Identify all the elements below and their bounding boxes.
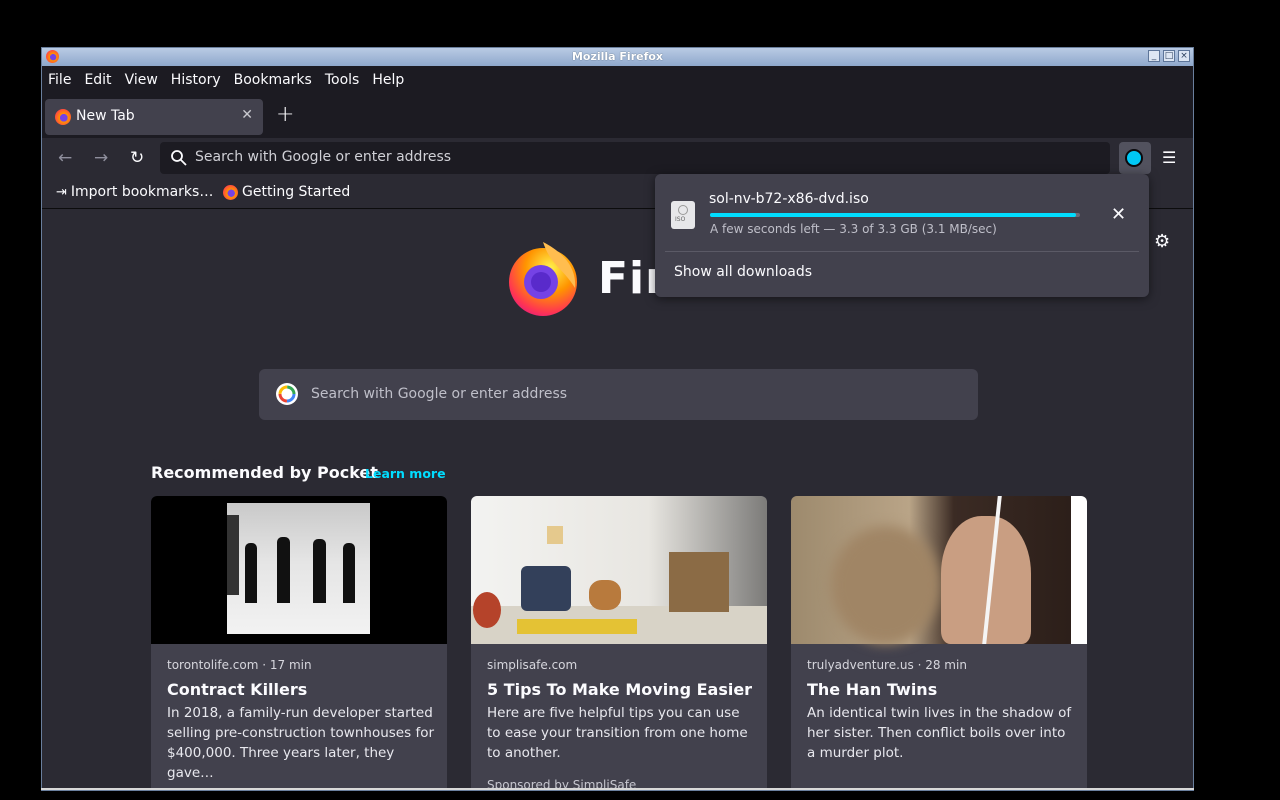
menu-view[interactable]: View <box>125 72 158 88</box>
card-thumbnail <box>791 496 1087 644</box>
tab-new-tab[interactable]: New Tab ✕ <box>45 99 263 135</box>
menu-bar: File Edit View History Bookmarks Tools H… <box>42 66 1193 94</box>
window-bottom-edge <box>41 788 1194 790</box>
window-titlebar[interactable]: Mozilla Firefox _ □ × <box>42 48 1193 66</box>
file-type-label: ISO <box>675 216 686 223</box>
card-title: Contract Killers <box>167 680 308 699</box>
new-tab-plus-icon[interactable]: + <box>276 102 294 127</box>
downloads-panel: ISO sol-nv-b72-x86-dvd.iso A few seconds… <box>655 174 1149 297</box>
tab-label: New Tab <box>76 108 135 124</box>
card-excerpt: In 2018, a family-run developer started … <box>167 705 435 781</box>
bookmark-label: Import bookmarks… <box>70 184 214 200</box>
minimize-button[interactable]: _ <box>1148 50 1160 62</box>
card-excerpt: Here are five helpful tips you can use t… <box>487 705 748 761</box>
reload-icon[interactable]: ↻ <box>130 148 144 168</box>
downloads-button[interactable] <box>1119 142 1151 174</box>
card-source: trulyadventure.us · 28 min <box>807 658 967 672</box>
card-title: 5 Tips To Make Moving Easier <box>487 680 753 699</box>
card-thumbnail <box>151 496 447 644</box>
back-arrow-icon[interactable]: ← <box>58 148 72 168</box>
firefox-logo-icon <box>509 242 577 316</box>
download-progress-bar <box>710 213 1080 217</box>
iso-file-icon: ISO <box>671 201 695 229</box>
card-source: torontolife.com · 17 min <box>167 658 312 672</box>
tab-strip: New Tab ✕ + <box>42 94 1193 138</box>
learn-more-link[interactable]: Learn more <box>365 466 446 481</box>
forward-arrow-icon[interactable]: → <box>94 148 108 168</box>
hamburger-menu-icon[interactable]: ☰ <box>1162 148 1176 167</box>
google-icon <box>276 383 298 405</box>
divider <box>665 251 1139 252</box>
cancel-download-icon[interactable]: ✕ <box>1111 204 1126 225</box>
url-placeholder: Search with Google or enter address <box>195 149 452 165</box>
firefox-icon <box>223 184 238 200</box>
gear-icon[interactable]: ⚙ <box>1154 231 1170 252</box>
search-placeholder: Search with Google or enter address <box>311 386 568 402</box>
import-icon: ⇥ <box>56 184 67 200</box>
card-title: The Han Twins <box>807 680 938 699</box>
menu-edit[interactable]: Edit <box>84 72 111 88</box>
bookmark-label: Getting Started <box>242 184 351 200</box>
close-tab-icon[interactable]: ✕ <box>241 107 253 123</box>
close-window-button[interactable]: × <box>1178 50 1190 62</box>
card-source: simplisafe.com <box>487 658 578 672</box>
card-thumbnail <box>471 496 767 644</box>
firefox-window: Mozilla Firefox _ □ × File Edit View His… <box>41 47 1194 791</box>
download-progress-icon <box>1125 149 1143 167</box>
window-title: Mozilla Firefox <box>571 50 664 63</box>
menu-help[interactable]: Help <box>372 72 404 88</box>
bookmark-getting-started[interactable]: Getting Started <box>223 184 350 200</box>
download-filename[interactable]: sol-nv-b72-x86-dvd.iso <box>709 191 869 207</box>
menu-file[interactable]: File <box>48 72 71 88</box>
firefox-icon <box>55 109 71 125</box>
maximize-button[interactable]: □ <box>1163 50 1175 62</box>
bookmark-import[interactable]: ⇥ Import bookmarks… <box>56 184 213 200</box>
search-icon <box>171 150 187 166</box>
menu-tools[interactable]: Tools <box>325 72 360 88</box>
download-progress-fill <box>710 213 1077 217</box>
pocket-heading: Recommended by Pocket <box>151 463 378 482</box>
download-status: A few seconds left — 3.3 of 3.3 GB (3.1 … <box>710 222 997 236</box>
navigation-toolbar: ← → ↻ Search with Google or enter addres… <box>42 138 1193 178</box>
show-all-downloads-button[interactable]: Show all downloads <box>674 264 812 280</box>
menu-history[interactable]: History <box>171 72 221 88</box>
card-excerpt: An identical twin lives in the shadow of… <box>807 705 1072 761</box>
new-tab-search-box[interactable]: Search with Google or enter address <box>259 369 978 420</box>
pocket-card[interactable]: trulyadventure.us · 28 min The Han Twins… <box>791 496 1087 790</box>
menu-bookmarks[interactable]: Bookmarks <box>234 72 312 88</box>
pocket-card[interactable]: torontolife.com · 17 min Contract Killer… <box>151 496 447 790</box>
pocket-card[interactable]: simplisafe.com 5 Tips To Make Moving Eas… <box>471 496 767 790</box>
url-bar[interactable]: Search with Google or enter address <box>160 142 1110 174</box>
